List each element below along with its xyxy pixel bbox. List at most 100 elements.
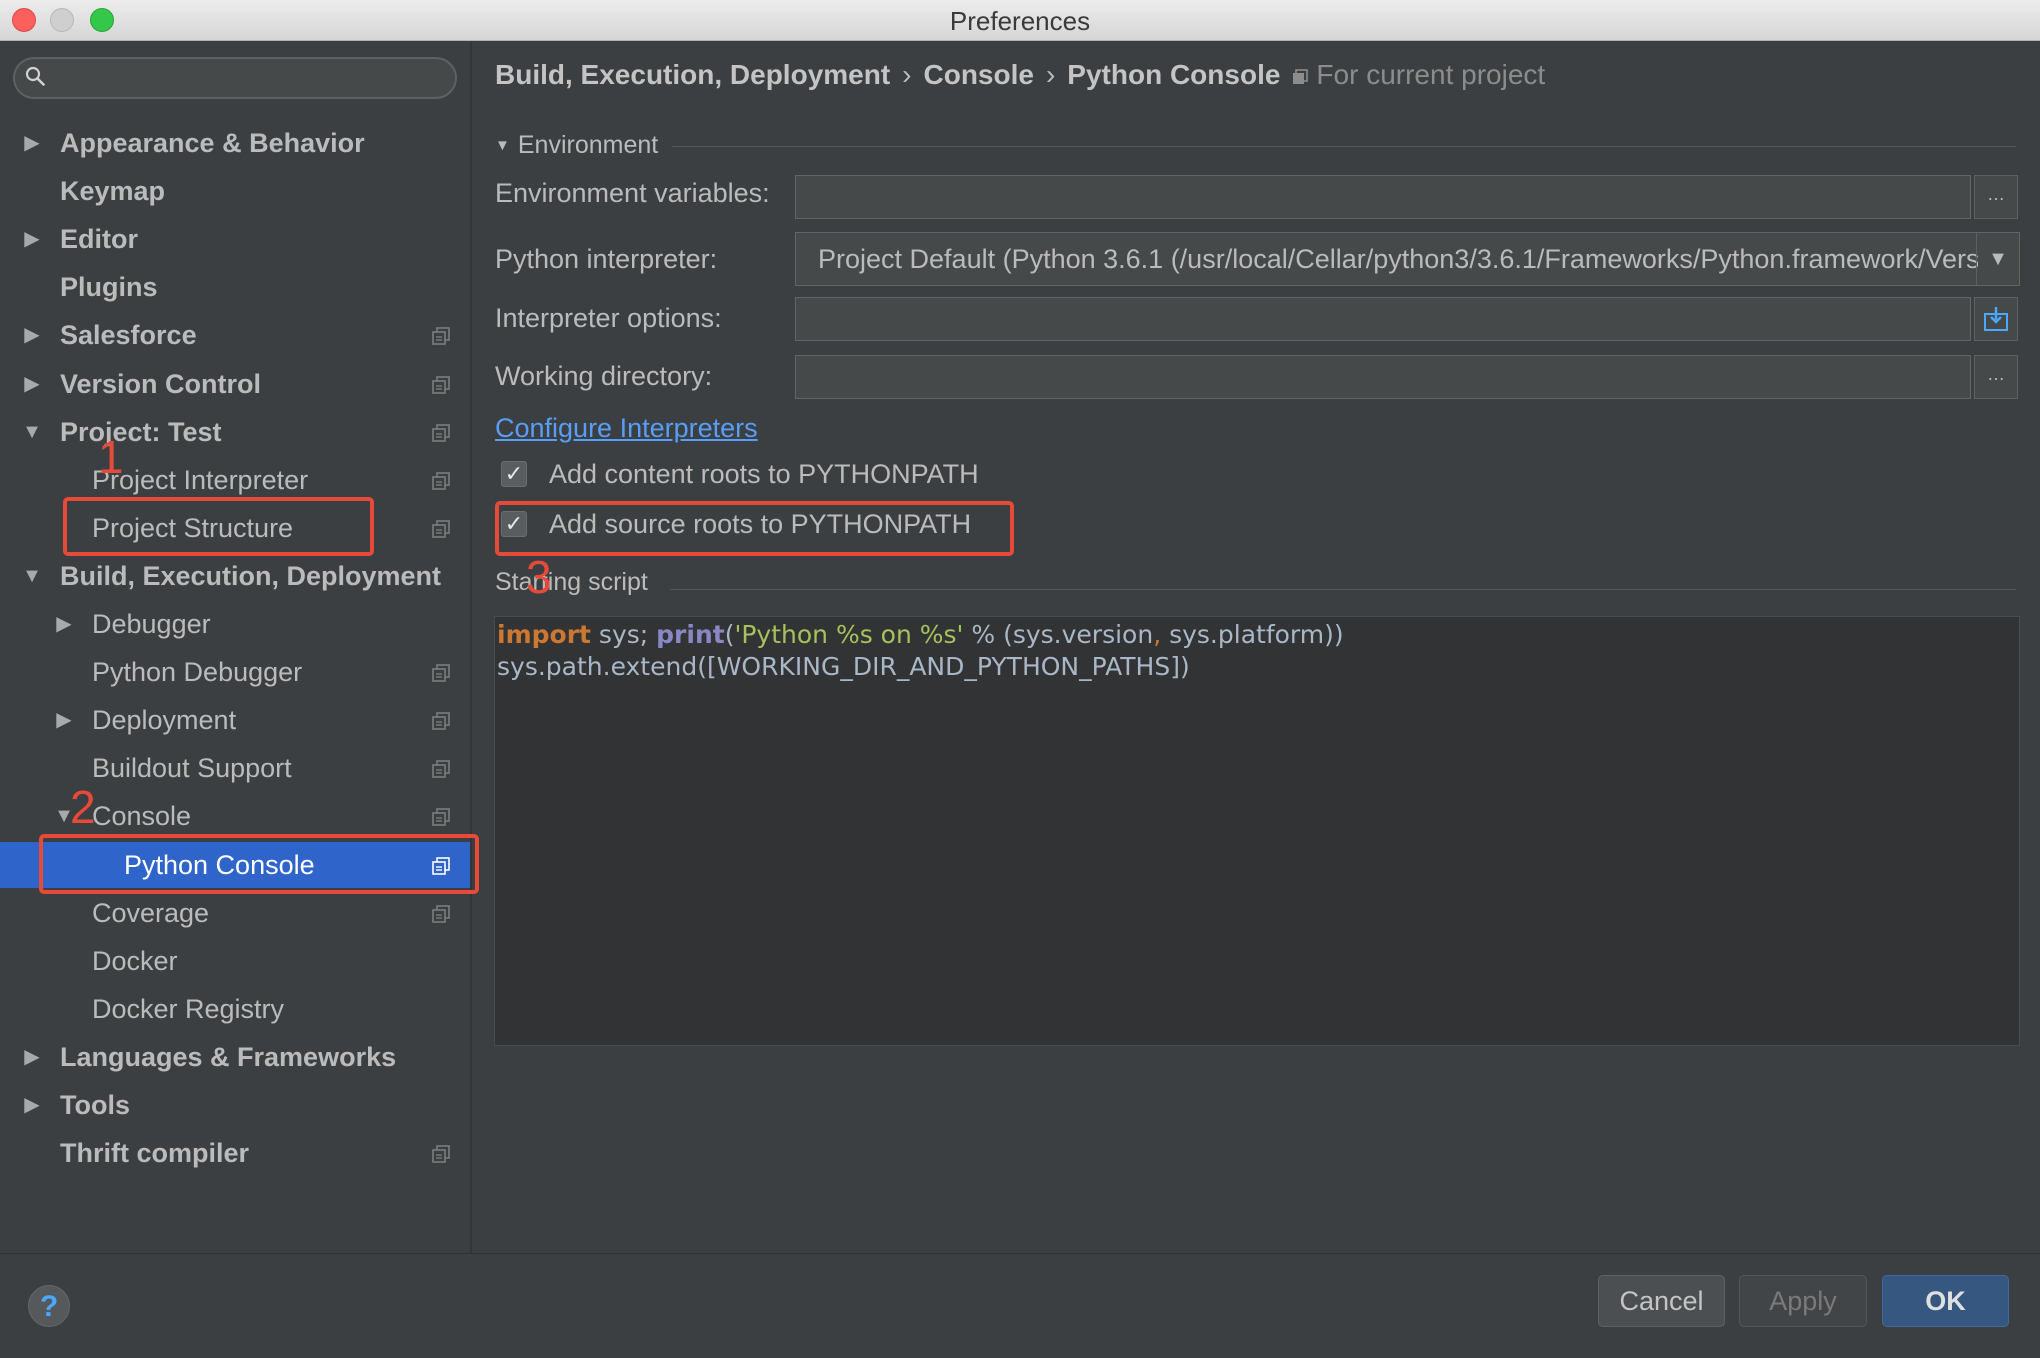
python-interpreter-value: Project Default (Python 3.6.1 (/usr/loca… xyxy=(818,244,1978,274)
expand-arrow-icon[interactable]: ▶ xyxy=(20,312,44,358)
code-keyword: import xyxy=(497,620,591,649)
sidebar-item-label: Debugger xyxy=(92,609,211,639)
expand-arrow-icon[interactable]: ▶ xyxy=(20,361,44,407)
working-directory-label: Working directory: xyxy=(495,361,713,391)
collapse-arrow-icon[interactable]: ▼ xyxy=(20,409,44,455)
sidebar-item-editor[interactable]: ▶ Editor xyxy=(0,216,470,262)
cancel-button[interactable]: Cancel xyxy=(1598,1275,1725,1327)
collapse-arrow-icon[interactable]: ▼ xyxy=(20,553,44,599)
project-scope-icon xyxy=(432,664,450,682)
working-directory-field[interactable] xyxy=(795,355,1971,399)
sidebar-item-label: Docker Registry xyxy=(92,993,285,1024)
code-comma: , xyxy=(1153,620,1162,649)
expand-arrow-icon[interactable]: ▶ xyxy=(52,601,76,647)
starting-script-editor[interactable]: import sys; print('Python %s on %s' % (s… xyxy=(494,616,2020,1046)
sidebar-item-label: Salesforce xyxy=(60,320,197,351)
project-scope-icon xyxy=(432,760,450,779)
expand-arrow-icon[interactable]: ▶ xyxy=(20,216,44,262)
project-scope-label: For current project xyxy=(1316,59,1546,90)
expand-field-button[interactable] xyxy=(1974,297,2018,341)
expand-arrow-icon[interactable]: ▶ xyxy=(20,120,44,166)
sidebar-item-debugger[interactable]: ▶ Debugger xyxy=(0,601,470,647)
sidebar-item-label: Docker xyxy=(92,945,178,976)
environment-variables-label: Environment variables: xyxy=(495,178,770,208)
collapse-arrow-icon: ▼ xyxy=(495,137,510,154)
python-interpreter-select[interactable]: Project Default (Python 3.6.1 (/usr/loca… xyxy=(795,232,2020,286)
python-interpreter-label: Python interpreter: xyxy=(495,244,718,274)
project-scope-icon xyxy=(432,712,450,730)
sidebar-item-build-execution-deployment[interactable]: ▼ Build, Execution, Deployment xyxy=(0,553,470,599)
working-directory-browse-button[interactable]: … xyxy=(1974,355,2018,399)
starting-script-title: Starting script xyxy=(495,568,648,596)
sidebar-item-python-debugger[interactable]: Python Debugger xyxy=(0,649,470,695)
sidebar-item-thrift-compiler[interactable]: Thrift compiler xyxy=(0,1130,470,1176)
code-string: 'Python %s on %s' xyxy=(734,620,964,649)
code-text: sys; xyxy=(590,620,657,649)
sidebar-item-plugins[interactable]: Plugins xyxy=(0,264,470,310)
project-scope-icon xyxy=(432,808,450,827)
project-scope-icon xyxy=(432,1145,450,1163)
expand-arrow-icon[interactable]: ▶ xyxy=(20,1034,44,1080)
breadcrumb-separator: › xyxy=(1045,59,1056,90)
configure-interpreters-link[interactable]: Configure Interpreters xyxy=(495,413,758,444)
environment-section-title: Environment xyxy=(517,131,659,159)
sidebar-item-label: Languages & Frameworks xyxy=(60,1041,397,1072)
sidebar-item-languages-frameworks[interactable]: ▶ Languages & Frameworks xyxy=(0,1034,470,1080)
add-content-roots-label: Add content roots to PYTHONPATH xyxy=(549,459,979,489)
project-scope-icon xyxy=(432,375,450,394)
checkbox-checked-icon: ✓ xyxy=(501,461,527,487)
sidebar-item-project-interpreter[interactable]: Project Interpreter xyxy=(0,457,470,503)
breadcrumb-item: Python Console xyxy=(1067,59,1281,90)
sidebar-item-docker[interactable]: Docker xyxy=(0,938,470,984)
sidebar-item-deployment[interactable]: ▶ Deployment xyxy=(0,697,470,743)
interpreter-options-field[interactable] xyxy=(795,297,1971,341)
sidebar-item-salesforce[interactable]: ▶ Salesforce xyxy=(0,312,470,358)
environment-section-header[interactable]: ▼ Environment xyxy=(495,131,658,160)
project-scope-icon xyxy=(432,423,450,442)
code-text: ( xyxy=(724,620,735,649)
breadcrumb-separator: › xyxy=(902,59,912,90)
environment-variables-field[interactable] xyxy=(795,175,1971,219)
expand-arrow-icon[interactable]: ▶ xyxy=(20,1082,44,1128)
dialog-button-bar: ? Cancel Apply OK xyxy=(0,1253,2040,1358)
annotation-number: 3 xyxy=(526,551,552,603)
apply-button[interactable]: Apply xyxy=(1739,1275,1867,1327)
help-icon: ? xyxy=(39,1290,59,1323)
expand-field-icon xyxy=(1984,307,2008,331)
project-scope-icon xyxy=(1293,69,1309,84)
breadcrumb-item: Build, Execution, Deployment xyxy=(495,59,891,90)
sidebar-item-label: Plugins xyxy=(60,272,158,303)
sidebar-item-docker-registry[interactable]: Docker Registry xyxy=(0,986,470,1032)
sidebar-item-label: Python Debugger xyxy=(92,657,303,688)
settings-content-panel: Build, Execution, Deployment › Console › Pyt… xyxy=(472,41,2040,1253)
sidebar-item-label: Build, Execution, Deployment xyxy=(60,560,442,591)
annotation-box-python-console xyxy=(39,834,479,894)
sidebar-item-version-control[interactable]: ▶ Version Control xyxy=(0,361,470,407)
help-button[interactable]: ? xyxy=(28,1285,70,1327)
sidebar-item-label: Buildout Support xyxy=(92,753,292,784)
sidebar-item-project-test[interactable]: ▼ Project: Test xyxy=(0,409,470,455)
ok-button[interactable]: OK xyxy=(1882,1275,2009,1327)
dropdown-arrow-icon[interactable]: ▼ xyxy=(1976,233,2019,285)
project-scope-icon xyxy=(432,904,450,923)
sidebar-item-tools[interactable]: ▶ Tools xyxy=(0,1082,470,1128)
sidebar-item-label: Version Control xyxy=(60,368,262,399)
sidebar-item-label: Project: Test xyxy=(60,416,222,447)
project-scope-note: For current project xyxy=(1292,59,1545,90)
sidebar-item-label: Console xyxy=(92,801,192,832)
sidebar-item-keymap[interactable]: Keymap xyxy=(0,168,470,214)
search-icon xyxy=(25,66,45,86)
title-bar: Preferences xyxy=(0,0,2040,41)
environment-variables-browse-button[interactable]: … xyxy=(1974,175,2018,219)
code-line: sys.path.extend([WORKING_DIR_AND_PYTHON_… xyxy=(497,652,1190,681)
window-title: Preferences xyxy=(949,6,1091,36)
sidebar-item-label: Coverage xyxy=(92,897,210,928)
sidebar-item-label: Tools xyxy=(60,1090,130,1120)
code-builtin: print xyxy=(656,620,725,649)
annotation-box-source-roots xyxy=(495,501,1014,556)
sidebar-item-coverage[interactable]: Coverage xyxy=(0,890,470,936)
annotation-number: 2 xyxy=(70,781,96,833)
expand-arrow-icon[interactable]: ▶ xyxy=(52,697,76,743)
settings-search-input[interactable] xyxy=(13,57,457,99)
sidebar-item-appearance-behavior[interactable]: ▶ Appearance & Behavior xyxy=(0,120,470,166)
